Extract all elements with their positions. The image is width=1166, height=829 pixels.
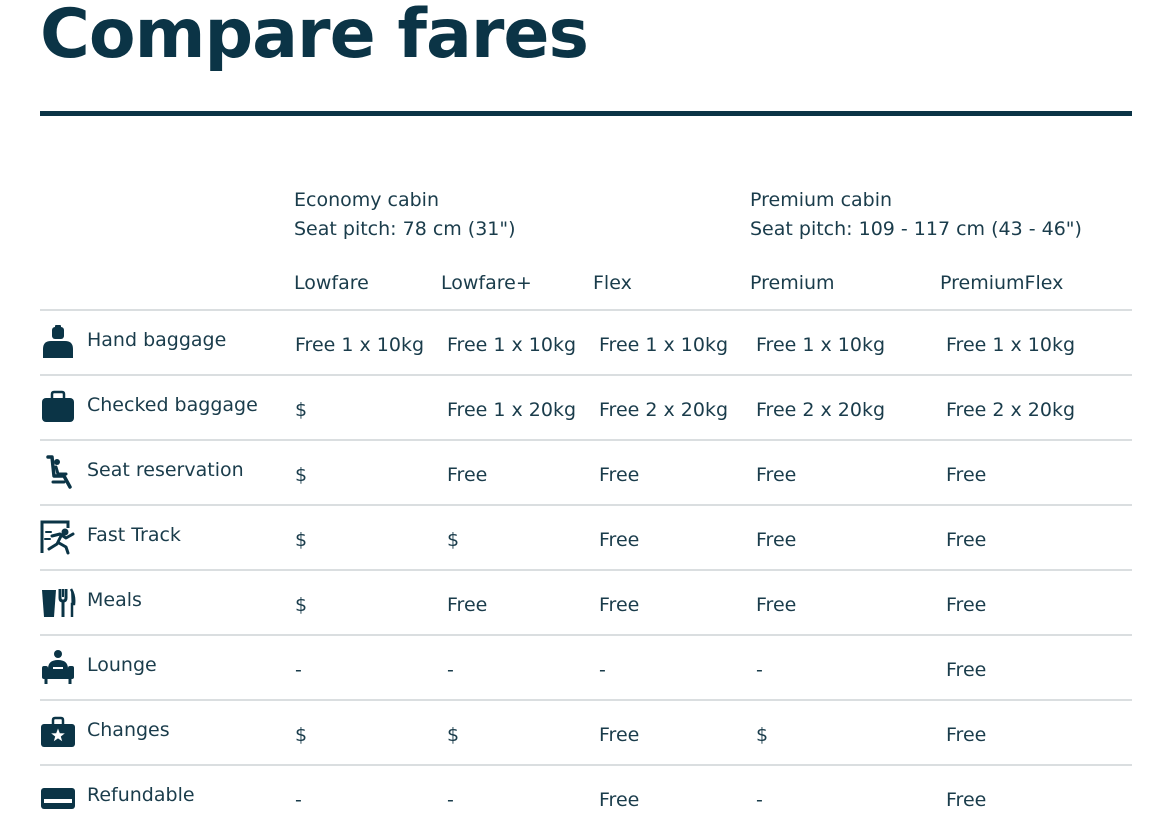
row-label: Fast Track xyxy=(87,524,181,546)
fare-cell: - xyxy=(756,659,763,681)
hand-baggage-icon xyxy=(40,324,76,360)
row-label: Lounge xyxy=(87,654,157,676)
fare-cell: Free xyxy=(599,789,640,811)
fare-cell: Free xyxy=(946,789,987,811)
fare-cell: Free 1 x 10kg xyxy=(447,334,577,356)
fare-cell: - xyxy=(295,789,302,811)
fare-cell: $ xyxy=(295,464,308,486)
fare-cell: $ xyxy=(756,724,769,746)
row-label: Refundable xyxy=(87,784,195,806)
cabin-seat-pitch: Seat pitch: 109 - 117 cm (43 - 46") xyxy=(750,218,1082,240)
fare-cell: $ xyxy=(295,724,308,746)
fare-cell: $ xyxy=(295,594,308,616)
fare-cell: Free xyxy=(946,659,987,681)
refund-card-icon xyxy=(40,779,76,815)
fare-cell: Free 2 x 20kg xyxy=(599,399,729,421)
table-row-seat-reservation: Seat reservation $ Free Free Free Free xyxy=(40,441,1132,504)
fare-cell: Free 1 x 10kg xyxy=(756,334,886,356)
fare-cell: Free xyxy=(756,464,797,486)
fare-cell: $ xyxy=(295,399,308,421)
cabin-header-economy: Economy cabin Seat pitch: 78 cm (31") xyxy=(294,186,516,244)
title-divider xyxy=(40,111,1132,116)
cabin-name: Premium cabin xyxy=(750,189,893,211)
fare-cell: Free 1 x 10kg xyxy=(946,334,1076,356)
cabin-seat-pitch: Seat pitch: 78 cm (31") xyxy=(294,218,516,240)
cabin-header-premium: Premium cabin Seat pitch: 109 - 117 cm (… xyxy=(750,186,1082,244)
row-label: Hand baggage xyxy=(87,329,227,351)
table-row-checked-baggage: Checked baggage $ Free 1 x 20kg Free 2 x… xyxy=(40,376,1132,439)
table-row-meals: Meals $ Free Free Free Free xyxy=(40,571,1132,634)
page-title: Compare fares xyxy=(40,0,589,74)
fare-header-lowfare: Lowfare xyxy=(294,272,369,294)
row-label: Seat reservation xyxy=(87,459,244,481)
fare-cell: Free 2 x 20kg xyxy=(946,399,1076,421)
row-label: Meals xyxy=(87,589,142,611)
fare-cell: $ xyxy=(447,724,460,746)
lounge-icon xyxy=(40,649,76,685)
cabin-name: Economy cabin xyxy=(294,189,440,211)
fare-header-premium: Premium xyxy=(750,272,835,294)
fare-header-premiumflex: PremiumFlex xyxy=(940,272,1064,294)
fare-cell: Free xyxy=(946,464,987,486)
meal-icon xyxy=(40,584,76,620)
fare-cell: Free xyxy=(599,464,640,486)
fast-track-icon xyxy=(40,519,76,555)
fare-cell: Free xyxy=(946,724,987,746)
fare-cell: Free xyxy=(946,594,987,616)
fare-header-flex: Flex xyxy=(593,272,632,294)
fare-cell: Free 1 x 10kg xyxy=(295,334,425,356)
fare-cell: Free xyxy=(447,464,488,486)
fare-cell: - xyxy=(756,789,763,811)
table-row-changes: Changes $ $ Free $ Free xyxy=(40,701,1132,764)
fare-cell: - xyxy=(599,659,606,681)
fare-cell: Free xyxy=(447,594,488,616)
table-row-lounge: Lounge - - - - Free xyxy=(40,636,1132,699)
fare-cell: Free 1 x 20kg xyxy=(447,399,577,421)
fare-cell: Free xyxy=(756,594,797,616)
fare-cell: $ xyxy=(447,529,460,551)
fare-cell: Free 1 x 10kg xyxy=(599,334,729,356)
table-row-fast-track: Fast Track $ $ Free Free Free xyxy=(40,506,1132,569)
fare-cell: Free xyxy=(946,529,987,551)
fare-cell: - xyxy=(447,789,454,811)
row-label: Changes xyxy=(87,719,170,741)
seat-icon xyxy=(40,454,76,490)
changes-briefcase-icon xyxy=(40,714,76,750)
table-row-refundable: Refundable - - Free - Free xyxy=(40,766,1132,829)
fare-cell: - xyxy=(295,659,302,681)
fare-cell: Free xyxy=(599,594,640,616)
fare-cell: Free xyxy=(599,724,640,746)
fare-cell: Free xyxy=(599,529,640,551)
suitcase-icon xyxy=(40,389,76,425)
fare-cell: Free 2 x 20kg xyxy=(756,399,886,421)
row-label: Checked baggage xyxy=(87,394,258,416)
fare-cell: $ xyxy=(295,529,308,551)
fare-cell: Free xyxy=(756,529,797,551)
fare-cell: - xyxy=(447,659,454,681)
table-row-hand-baggage: Hand baggage Free 1 x 10kg Free 1 x 10kg… xyxy=(40,311,1132,374)
fare-header-lowfare-plus: Lowfare+ xyxy=(441,272,532,294)
